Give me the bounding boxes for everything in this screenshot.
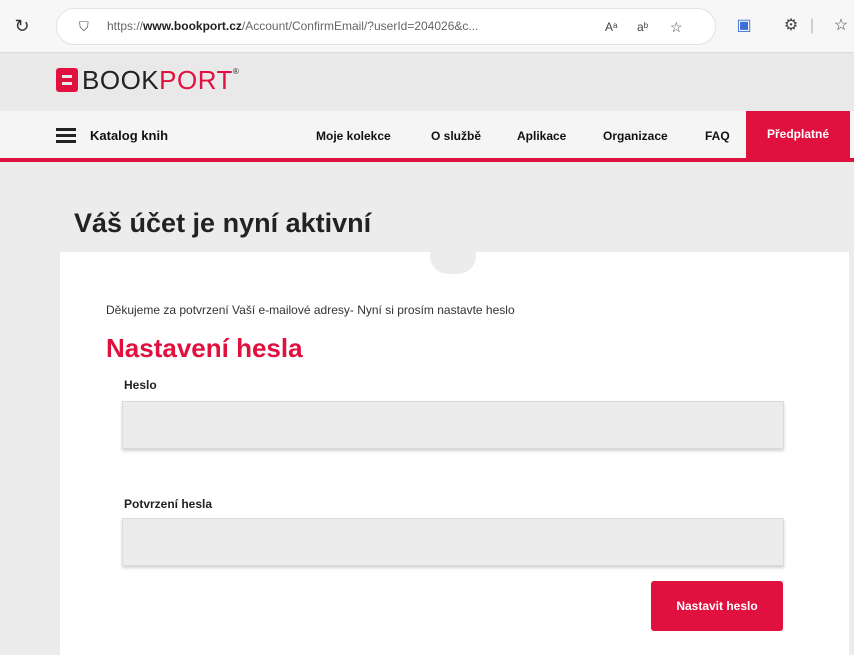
registered-mark: ® <box>232 67 239 76</box>
bookport-logo[interactable]: BOOKPORT ® <box>56 65 239 95</box>
nav-my-collections[interactable]: Moje kolekce <box>316 129 391 143</box>
favorite-icon[interactable]: ☆ <box>670 18 683 36</box>
browser-toolbar: ↻ ⛉ https://www.bookport.cz/Account/Conf… <box>0 0 854 53</box>
site-header: BOOKPORT ® <box>0 53 854 111</box>
page-title: Váš účet je nyní aktivní <box>74 208 372 238</box>
book-icon <box>56 68 78 92</box>
nav-catalog[interactable]: Katalog knih <box>90 128 168 143</box>
logo-text: BOOKPORT <box>82 64 233 95</box>
password-input[interactable] <box>122 401 784 449</box>
card-notch <box>430 238 476 274</box>
favorites-icon[interactable]: ☆ <box>830 15 852 37</box>
menu-icon[interactable] <box>56 128 76 144</box>
set-password-button[interactable]: Nastavit heslo <box>651 581 783 631</box>
password-label: Heslo <box>124 378 157 392</box>
section-title: Nastavení hesla <box>106 333 303 363</box>
extensions-icon[interactable]: ⚙ <box>780 15 802 37</box>
address-bar[interactable]: ⛉ https://www.bookport.cz/Account/Confir… <box>56 8 716 45</box>
nav-faq[interactable]: FAQ <box>705 129 730 143</box>
toolbar-divider: | <box>809 17 815 34</box>
translate-icon[interactable]: aᵇ <box>637 18 648 36</box>
intro-text: Děkujeme za potvrzení Vaší e-mailové adr… <box>106 303 515 317</box>
nav-organizations[interactable]: Organizace <box>603 129 668 143</box>
read-aloud-icon[interactable]: Aᵃ <box>605 18 617 36</box>
collections-icon[interactable]: ▣ <box>733 15 755 37</box>
confirm-password-label: Potvrzení hesla <box>124 497 213 511</box>
nav-about-service[interactable]: O službě <box>431 129 481 143</box>
url-text[interactable]: https://www.bookport.cz/Account/ConfirmE… <box>107 19 478 33</box>
nav-apps[interactable]: Aplikace <box>517 129 566 143</box>
main-navigation: Katalog knih Moje kolekce O službě Aplik… <box>0 111 854 162</box>
lock-icon[interactable]: ⛉ <box>79 18 93 36</box>
nav-subscription[interactable]: Předplatné <box>746 111 850 158</box>
confirm-password-input[interactable] <box>122 518 784 566</box>
reload-icon[interactable]: ↻ <box>10 14 34 38</box>
